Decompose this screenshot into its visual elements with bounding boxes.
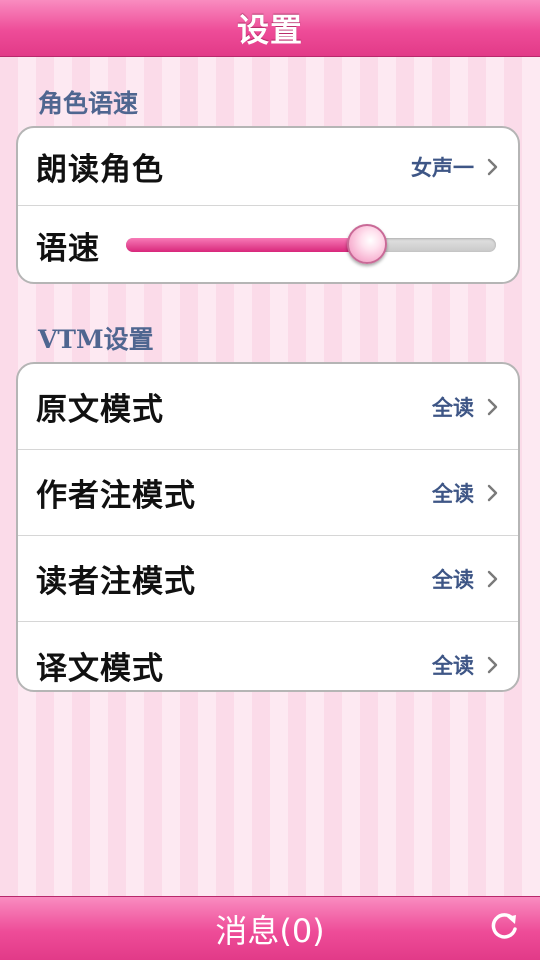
vtm-row-translation[interactable]: 译文模式 全读: [18, 622, 518, 690]
refresh-icon[interactable]: [486, 909, 522, 945]
bottom-bar: 消息(0): [0, 896, 540, 960]
vtm-row-original[interactable]: 原文模式 全读: [18, 364, 518, 450]
speed-slider-fill: [126, 238, 367, 252]
vtm-row-value: 全读: [432, 481, 474, 506]
speed-label: 语速: [36, 230, 100, 267]
page-title: 设置: [236, 11, 303, 49]
chevron-right-icon: [486, 157, 500, 177]
chevron-right-icon: [486, 655, 500, 675]
title-bar: 设置: [0, 0, 540, 57]
speed-slider[interactable]: [126, 224, 496, 264]
role-speed-group: 朗读角色 女声一 语速: [16, 126, 520, 284]
vtm-group: 原文模式 全读 作者注模式 全读 读者注模式 全读 译文模式 全读: [16, 362, 520, 692]
section-header-vtm: VTM设置: [38, 325, 154, 354]
vtm-row-value: 全读: [432, 567, 474, 592]
vtm-row-label: 作者注模式: [36, 478, 196, 514]
vtm-row-value: 全读: [432, 395, 474, 420]
vtm-row-label: 读者注模式: [36, 564, 196, 600]
messages-button[interactable]: 消息(0): [215, 906, 324, 952]
reader-role-row[interactable]: 朗读角色 女声一: [18, 128, 518, 206]
reader-role-label: 朗读角色: [36, 152, 164, 188]
speed-row: 语速: [18, 206, 518, 282]
vtm-row-value: 全读: [432, 654, 474, 678]
vtm-row-label: 原文模式: [36, 392, 164, 428]
vtm-row-label: 译文模式: [36, 650, 164, 687]
chevron-right-icon: [486, 569, 500, 589]
vtm-row-author-notes[interactable]: 作者注模式 全读: [18, 450, 518, 536]
reader-role-value: 女声一: [411, 155, 474, 180]
chevron-right-icon: [486, 483, 500, 503]
chevron-right-icon: [486, 397, 500, 417]
vtm-row-reader-notes[interactable]: 读者注模式 全读: [18, 536, 518, 622]
section-header-role-speed: 角色语速: [38, 89, 139, 118]
speed-slider-thumb[interactable]: [346, 224, 387, 264]
